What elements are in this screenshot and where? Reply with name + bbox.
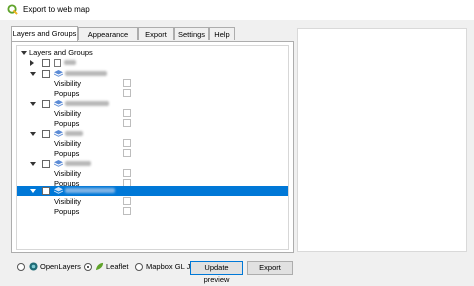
vector-layer-icon [54,70,63,77]
redacted-layer-name [65,188,115,193]
popups-row: Popups [17,207,288,217]
layer-row[interactable] [17,99,288,109]
tab-settings[interactable]: Settings [174,27,209,40]
layers-panel: Layers and Groups Visibility Popups Visi… [11,41,294,253]
expand-arrow-icon[interactable] [30,162,36,166]
visibility-checkbox[interactable] [123,197,131,205]
popups-checkbox[interactable] [123,207,131,215]
layer-checkbox[interactable] [42,59,50,67]
layer-checkbox[interactable] [42,187,50,195]
tab-export[interactable]: Export [138,27,174,40]
vector-layer-icon [54,130,63,137]
layer-row[interactable] [17,129,288,139]
renderer-options: OpenLayers Leaflet Mapbox GL JS Update p… [11,258,294,284]
layer-row[interactable] [17,58,288,68]
redacted-layer-name [64,60,76,65]
tab-layers-and-groups[interactable]: Layers and Groups [11,26,78,41]
popups-checkbox[interactable] [123,119,131,127]
popups-label: Popups [54,119,80,128]
leaflet-label[interactable]: Leaflet [106,262,129,272]
visibility-label: Visibility [54,169,81,178]
tree-root-label: Layers and Groups [29,48,93,57]
layer-checkbox[interactable] [42,160,50,168]
layer-checkbox[interactable] [42,100,50,108]
visibility-row: Visibility [17,109,288,119]
tree-root-row[interactable]: Layers and Groups [17,48,288,58]
mapbox-label[interactable]: Mapbox GL JS [146,262,195,272]
visibility-row: Visibility [17,169,288,179]
popups-row: Popups [17,119,288,129]
visibility-label: Visibility [54,79,81,88]
map-preview-panel[interactable] [297,28,467,252]
openlayers-radio[interactable] [17,263,25,271]
document-icon [54,59,61,67]
leaflet-icon [95,262,104,271]
visibility-checkbox[interactable] [123,169,131,177]
window-title: Export to web map [23,5,90,14]
openlayers-icon [29,262,38,271]
vector-layer-icon [54,160,63,167]
mapbox-radio[interactable] [135,263,143,271]
redacted-layer-name [65,71,107,76]
layer-checkbox[interactable] [42,130,50,138]
redacted-layer-name [65,101,109,106]
popups-label: Popups [54,149,80,158]
openlayers-label[interactable]: OpenLayers [40,262,81,272]
tab-appearance[interactable]: Appearance [78,27,138,40]
redacted-layer-name [65,161,91,166]
visibility-label: Visibility [54,197,81,206]
visibility-label: Visibility [54,139,81,148]
popups-checkbox[interactable] [123,89,131,97]
visibility-checkbox[interactable] [123,109,131,117]
visibility-label: Visibility [54,109,81,118]
expand-arrow-icon[interactable] [30,102,36,106]
tab-help[interactable]: Help [209,27,235,40]
expand-arrow-icon[interactable] [30,72,36,76]
vector-layer-icon [54,100,63,107]
layers-tree[interactable]: Layers and Groups Visibility Popups Visi… [16,45,289,250]
visibility-row: Visibility [17,197,288,207]
update-preview-button[interactable]: Update preview [190,261,243,284]
popups-row: Popups [17,149,288,159]
qgis-logo-icon [7,4,18,15]
layer-row-selected[interactable] [17,186,288,196]
vector-layer-icon [54,187,63,194]
export-button[interactable]: Export [247,261,293,275]
layer-row[interactable] [17,159,288,169]
collapse-arrow-icon[interactable] [30,60,34,66]
expand-arrow-icon[interactable] [30,132,36,136]
visibility-checkbox[interactable] [123,79,131,87]
leaflet-radio[interactable] [84,263,92,271]
expand-arrow-icon[interactable] [30,189,36,193]
popups-label: Popups [54,207,80,216]
visibility-row: Visibility [17,79,288,89]
popups-label: Popups [54,89,80,98]
visibility-checkbox[interactable] [123,139,131,147]
popups-checkbox[interactable] [123,149,131,157]
title-bar: Export to web map [0,0,474,20]
visibility-row: Visibility [17,139,288,149]
popups-row: Popups [17,89,288,99]
layer-checkbox[interactable] [42,70,50,78]
redacted-layer-name [65,131,83,136]
expand-arrow-icon[interactable] [21,51,27,55]
layer-row[interactable] [17,69,288,79]
